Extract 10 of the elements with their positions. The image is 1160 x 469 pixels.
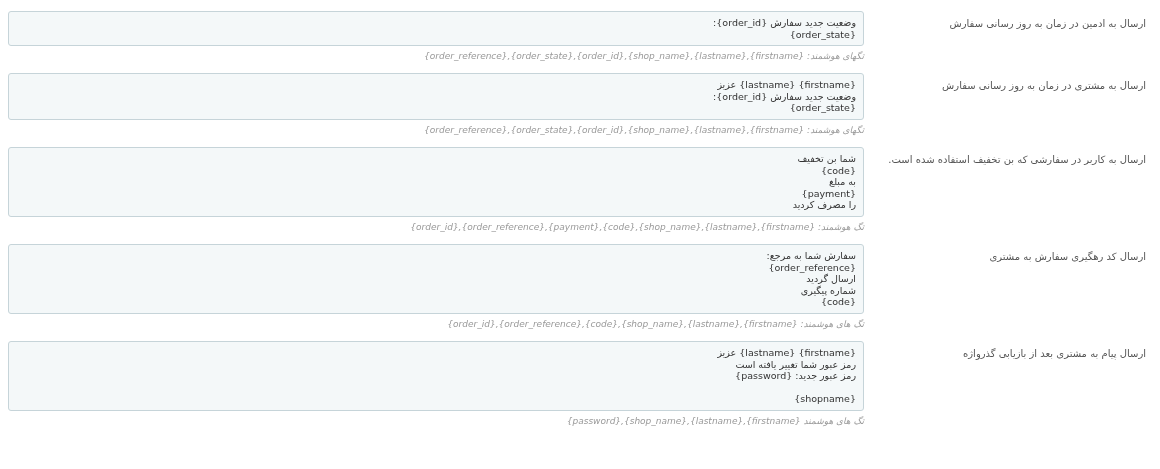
field-label: ارسال به مشتری در زمان به روز رسانی سفارش xyxy=(941,79,1147,94)
field-label: ارسال کد رهگیری سفارش به مشتری xyxy=(988,250,1147,264)
hint-text: تگهای هوشمند: {firstname},{lastname},{shop_name},{order_id},{order_state},{order_reference} xyxy=(423,50,864,63)
field-label: ارسال پیام به مشتری بعد از بازیابی گذرواژه xyxy=(962,347,1147,362)
hint-text: تگ هوشمند: {firstname},{lastname},{shop_name},{code},{payment},{order_reference},{order_id} xyxy=(409,221,864,233)
field-label: ارسال به ادمین در زمان به روز رسانی سفارش xyxy=(948,17,1147,32)
hint-text: تگهای هوشمند: {firstname},{lastname},{shop_name},{order_id},{order_state},{order_reference} xyxy=(423,124,864,136)
hint-text: تگ های هوشمند: {firstname},{lastname},{shop_name},{code},{order_reference},{order_id} xyxy=(446,318,864,330)
field-label: ارسال به کاربر در سفارشی که بن تخفیف استفاده شده است. xyxy=(887,153,1147,167)
hint-text: تگ های هوشمند {firstname},{lastname},{shop_name},{password} xyxy=(565,415,864,427)
